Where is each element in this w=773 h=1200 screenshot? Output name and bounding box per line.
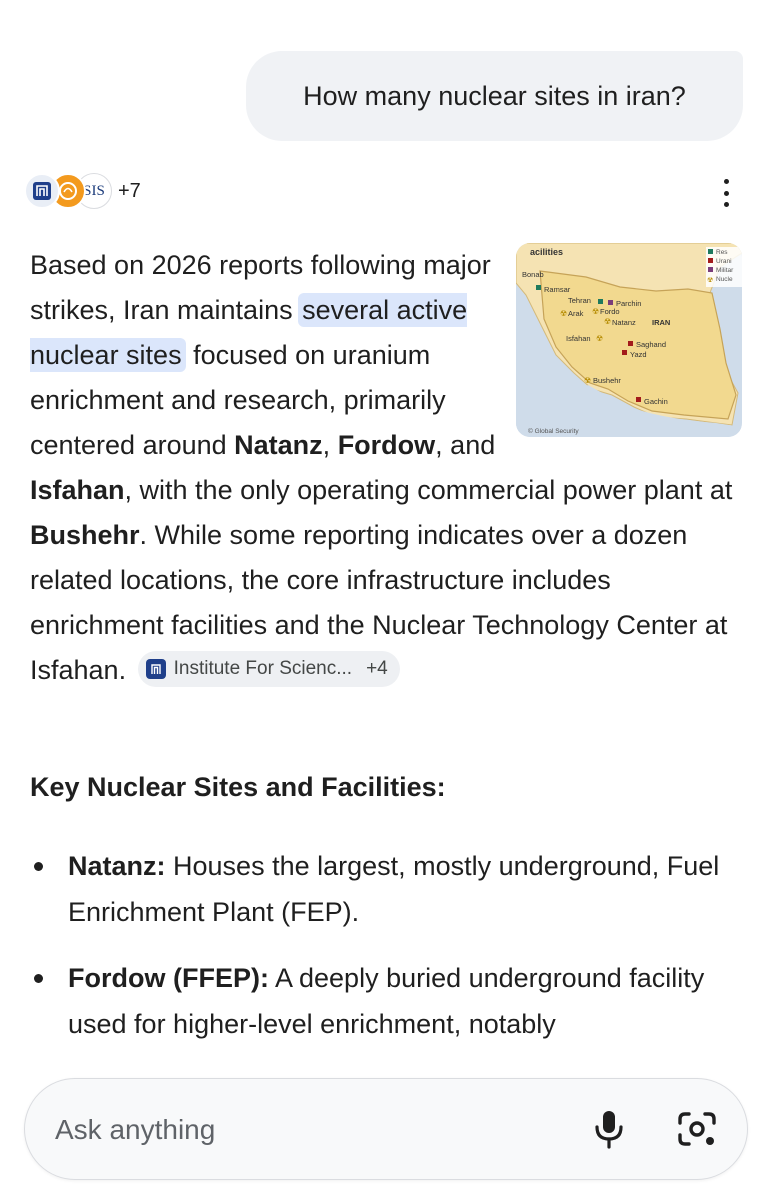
svg-text:Ramsar: Ramsar <box>544 285 571 294</box>
more-options-button[interactable] <box>712 176 740 210</box>
svg-text:Natanz: Natanz <box>612 318 636 327</box>
svg-text:Yazd: Yazd <box>630 350 647 359</box>
svg-text:☢: ☢ <box>604 317 611 326</box>
svg-text:Arak: Arak <box>568 309 584 318</box>
svg-text:Urani: Urani <box>716 258 732 265</box>
svg-text:Saghand: Saghand <box>636 340 666 349</box>
svg-text:☢: ☢ <box>707 277 713 284</box>
list-item-name: Fordow (FFEP): <box>68 963 269 993</box>
site-bushehr: Bushehr <box>30 520 140 550</box>
bullet-dot <box>34 862 43 871</box>
aljazeera-logo-icon <box>59 182 77 200</box>
svg-text:© Global Security: © Global Security <box>528 427 579 435</box>
user-query-bubble: How many nuclear sites in iran? <box>246 51 743 141</box>
list-item: Natanz: Houses the largest, mostly under… <box>30 843 742 935</box>
site-isfahan: Isfahan <box>30 475 125 505</box>
svg-text:Fordo: Fordo <box>600 307 620 316</box>
answer-text: acilities Bonab Ramsar Tehran Parchin ☢ … <box>30 243 742 693</box>
svg-text:IRAN: IRAN <box>652 318 670 327</box>
key-sites-list: Natanz: Houses the largest, mostly under… <box>30 843 742 1067</box>
iran-nuclear-map: acilities Bonab Ramsar Tehran Parchin ☢ … <box>516 243 742 437</box>
source-logos[interactable]: SIS +7 <box>24 171 141 211</box>
institute-logo-icon <box>33 182 51 200</box>
svg-text:Parchin: Parchin <box>616 299 641 308</box>
svg-text:Res: Res <box>716 249 728 256</box>
institute-logo-icon <box>145 658 166 679</box>
site-natanz: Natanz <box>234 430 323 460</box>
lens-button[interactable] <box>676 1109 718 1149</box>
svg-text:☢: ☢ <box>592 307 599 316</box>
camera-lens-icon <box>678 1112 716 1146</box>
bullet-dot <box>34 974 43 983</box>
svg-text:☢: ☢ <box>560 309 567 318</box>
map-title: acilities <box>530 247 563 257</box>
microphone-button[interactable] <box>591 1107 627 1151</box>
svg-text:Tehran: Tehran <box>568 296 591 305</box>
list-item-text: Houses the largest, mostly underground, … <box>68 851 720 927</box>
svg-text:Bonab: Bonab <box>522 270 544 279</box>
list-item-name: Natanz: <box>68 851 166 881</box>
svg-text:Gachin: Gachin <box>644 397 668 406</box>
ask-input[interactable] <box>53 1109 557 1151</box>
svg-text:☢: ☢ <box>584 376 591 385</box>
citation-count: +4 <box>366 658 388 680</box>
source-more-count: +7 <box>118 179 141 202</box>
map-thumbnail[interactable]: acilities Bonab Ramsar Tehran Parchin ☢ … <box>516 243 742 437</box>
microphone-icon <box>595 1111 623 1149</box>
citation-label: Institute For Scienc... <box>173 658 353 680</box>
sis-logo-text: SIS <box>83 182 105 199</box>
user-query-text: How many nuclear sites in iran? <box>303 80 686 111</box>
list-item: Fordow (FFEP): A deeply buried undergrou… <box>30 955 742 1047</box>
ask-bar[interactable] <box>24 1078 748 1180</box>
svg-text:Bushehr: Bushehr <box>593 376 621 385</box>
section-heading: Key Nuclear Sites and Facilities: <box>30 772 446 802</box>
svg-text:Nucle: Nucle <box>716 276 733 283</box>
site-fordow: Fordow <box>337 430 436 460</box>
citation-chip[interactable]: Institute For Scienc... +4 <box>137 650 400 687</box>
svg-text:Militar: Militar <box>716 267 734 274</box>
more-vert-icon <box>723 179 729 184</box>
svg-text:☢: ☢ <box>596 334 603 343</box>
svg-text:Isfahan: Isfahan <box>566 334 591 343</box>
source-logo-institute <box>24 173 60 209</box>
